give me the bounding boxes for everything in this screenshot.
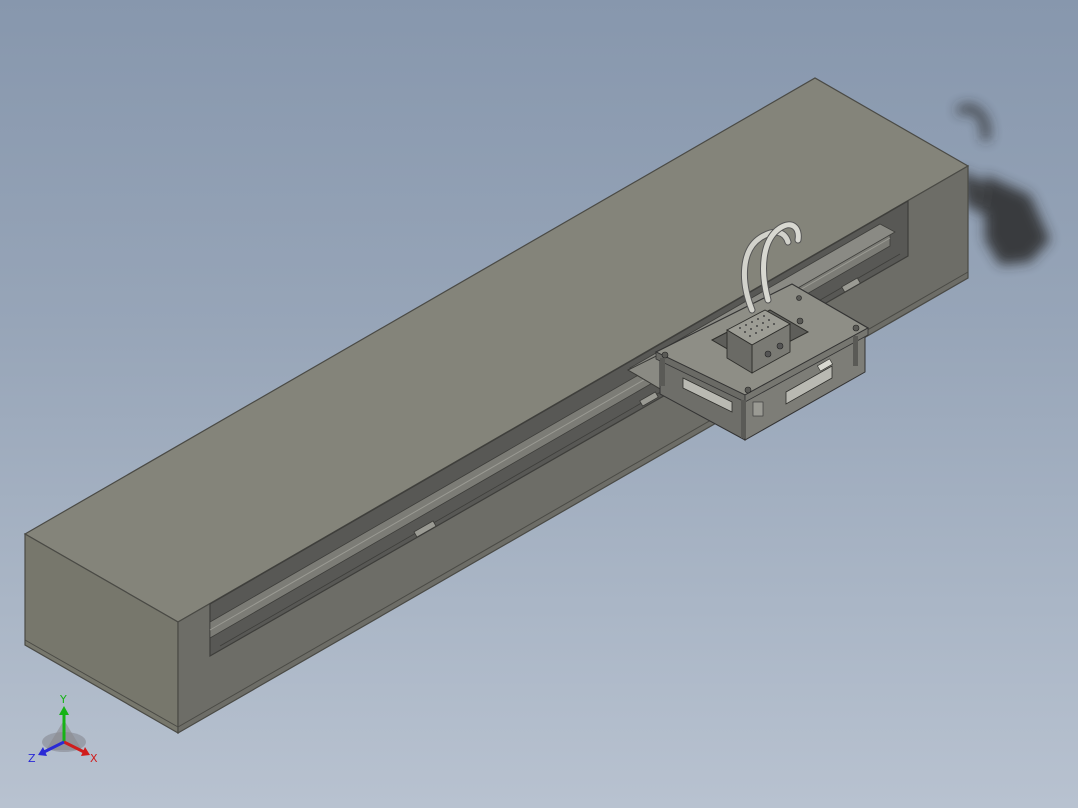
linear-module-model[interactable] <box>0 0 1078 808</box>
y-axis-label: Y <box>59 693 67 706</box>
view-orientation-triad[interactable]: Y X Z <box>26 692 106 772</box>
x-axis-label: X <box>90 752 98 765</box>
z-axis-label: Z <box>28 752 36 765</box>
cad-graphics-viewport[interactable]: Y X Z <box>0 0 1078 808</box>
housing[interactable] <box>23 77 970 735</box>
background-shadow <box>955 104 1050 265</box>
